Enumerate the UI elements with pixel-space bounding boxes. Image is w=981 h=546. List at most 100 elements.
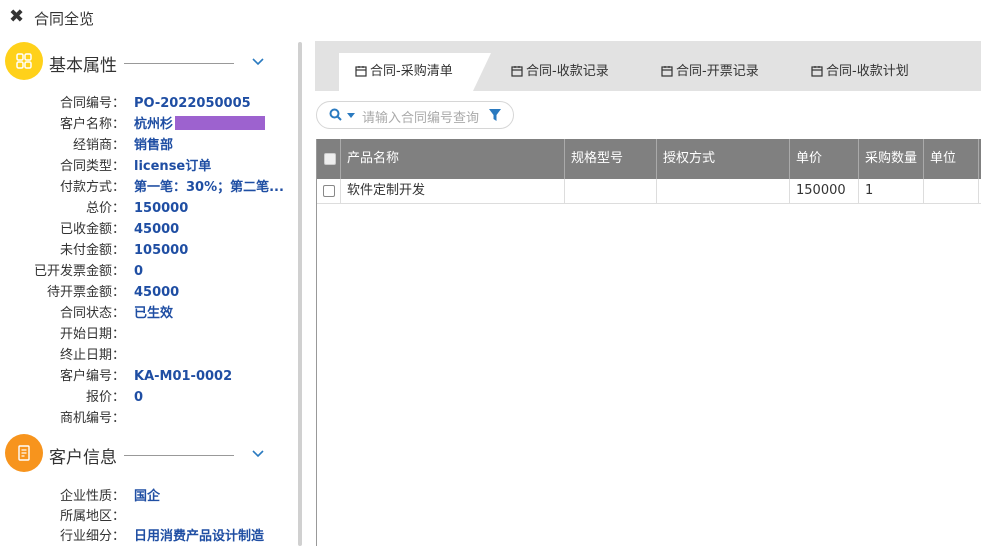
field-value-text: 150000: [134, 201, 189, 216]
table-cell: [657, 179, 790, 203]
field-row: 付款方式： 第一笔：30%；第二笔...: [0, 178, 300, 198]
calendar-icon: [511, 66, 523, 77]
select-all-checkbox[interactable]: [324, 153, 336, 165]
table-cell: 软件定制开发: [341, 179, 565, 203]
table-row[interactable]: 软件定制开发 150000 1: [317, 179, 981, 204]
field-label: 已收金额：: [59, 222, 125, 237]
chevron-down-icon[interactable]: [251, 57, 265, 67]
field-label: 经销商：: [72, 138, 125, 153]
chevron-down-icon[interactable]: [251, 449, 265, 459]
field-row: 开始日期：: [0, 325, 300, 345]
field-value-text: KA-M01-0002: [134, 369, 233, 384]
field-value-text: 0: [134, 264, 144, 279]
column-header[interactable]: 单位: [924, 139, 979, 179]
row-select-cell[interactable]: [317, 179, 341, 203]
column-header[interactable]: 产品名称: [341, 139, 565, 179]
field-value: PO-2022050005: [134, 94, 251, 114]
field-value: KA-M01-0002: [134, 367, 232, 387]
section-title-basic: 基本属性: [49, 56, 117, 76]
table-cell: 1: [859, 179, 924, 203]
field-value-text: 105000: [134, 243, 189, 258]
tab-payment-plan[interactable]: 合同-收款计划: [811, 53, 909, 91]
field-label: 行业细分：: [59, 529, 125, 544]
field-row: 客户编号： KA-M01-0002: [0, 367, 300, 387]
divider: [124, 63, 234, 64]
field-value: 0: [134, 388, 143, 408]
field-value: 45000: [134, 283, 179, 303]
field-label: 客户编号：: [59, 369, 125, 384]
section-header-basic[interactable]: 基本属性: [0, 42, 300, 86]
field-row: 合同编号： PO-2022050005: [0, 94, 300, 114]
field-row: 客户名称： 杭州杉: [0, 115, 300, 135]
field-value-text: 日用消费产品设计制造: [134, 529, 265, 544]
field-value-text: 第一笔：30%；第二笔...: [134, 180, 284, 195]
field-value-text: 杭州杉: [134, 117, 174, 132]
field-value: 第一笔：30%；第二笔...: [134, 178, 284, 198]
filter-icon[interactable]: [489, 109, 501, 121]
field-row: 行业细分： 日用消费产品设计制造: [0, 527, 300, 546]
field-row: 已开发票金额： 0: [0, 262, 300, 282]
field-value-text: 国企: [134, 489, 161, 504]
close-icon[interactable]: ✖: [9, 6, 24, 28]
scrollbar[interactable]: [298, 42, 302, 546]
tab-bar: 合同-采购清单 合同-收款记录 合同-开票记录 合同-收款计划: [315, 41, 981, 91]
tab-invoice-records[interactable]: 合同-开票记录: [661, 53, 759, 91]
tab-payment-records[interactable]: 合同-收款记录: [511, 53, 609, 91]
search-input[interactable]: 请输入合同编号查询: [362, 107, 479, 126]
field-row: 终止日期：: [0, 346, 300, 366]
divider: [124, 455, 234, 456]
field-label: 报价：: [85, 390, 125, 405]
section-header-customer[interactable]: 客户信息: [0, 434, 300, 478]
field-value-text: license订单: [134, 159, 212, 174]
table-cell: [924, 179, 979, 203]
field-row: 所属地区：: [0, 507, 300, 527]
field-label: 付款方式：: [59, 180, 125, 195]
field-label: 所属地区：: [59, 509, 125, 524]
field-label: 待开票金额：: [46, 285, 125, 300]
grid-icon: [5, 42, 43, 80]
field-value: 105000: [134, 241, 188, 261]
field-value-text: 0: [134, 390, 144, 405]
field-row: 合同状态： 已生效: [0, 304, 300, 324]
purchase-table: 产品名称 规格型号 授权方式 单价 采购数量 单位 软件定制开发 150000 …: [316, 139, 981, 546]
field-label: 总价：: [85, 201, 125, 216]
field-value: 45000: [134, 220, 179, 240]
field-row: 报价： 0: [0, 388, 300, 408]
column-header[interactable]: 规格型号: [565, 139, 657, 179]
tab-purchase-list[interactable]: 合同-采购清单: [339, 53, 491, 91]
row-checkbox[interactable]: [323, 185, 335, 197]
field-value-text: 45000: [134, 285, 180, 300]
page-title: 合同全览: [34, 10, 95, 28]
field-value: 已生效: [134, 304, 173, 324]
column-header[interactable]: 授权方式: [657, 139, 790, 179]
field-label: 合同编号：: [59, 96, 125, 111]
dropdown-caret-icon[interactable]: [347, 113, 355, 118]
field-label: 合同类型：: [59, 159, 125, 174]
search-icon[interactable]: [329, 108, 342, 121]
field-row: 企业性质： 国企: [0, 487, 300, 507]
field-value: 销售部: [134, 136, 173, 156]
left-panel: 基本属性 合同编号： PO-2022050005 客户名称： 杭州杉 经销商： 销售部 合同…: [0, 36, 300, 546]
field-value-text: PO-2022050005: [134, 96, 251, 111]
field-label: 开始日期：: [59, 327, 125, 342]
calendar-icon: [811, 66, 823, 77]
field-value: 日用消费产品设计制造: [134, 527, 264, 546]
field-label: 商机编号：: [59, 411, 125, 426]
field-label: 已开发票金额：: [33, 264, 125, 279]
field-row: 已收金额： 45000: [0, 220, 300, 240]
select-all-cell[interactable]: [317, 139, 341, 179]
field-label: 企业性质：: [59, 489, 125, 504]
table-cell: [565, 179, 657, 203]
field-row: 经销商： 销售部: [0, 136, 300, 156]
column-header[interactable]: 采购数量: [859, 139, 924, 179]
search-box[interactable]: 请输入合同编号查询: [316, 101, 514, 129]
section-title-customer: 客户信息: [49, 448, 117, 468]
field-value: 国企: [134, 487, 160, 507]
field-value-text: 已生效: [134, 306, 174, 321]
field-value: 150000: [134, 199, 188, 219]
field-value: 0: [134, 262, 143, 282]
field-value-text: 销售部: [134, 138, 174, 153]
field-row: 商机编号：: [0, 409, 300, 429]
calendar-icon: [661, 66, 673, 77]
column-header[interactable]: 单价: [790, 139, 859, 179]
